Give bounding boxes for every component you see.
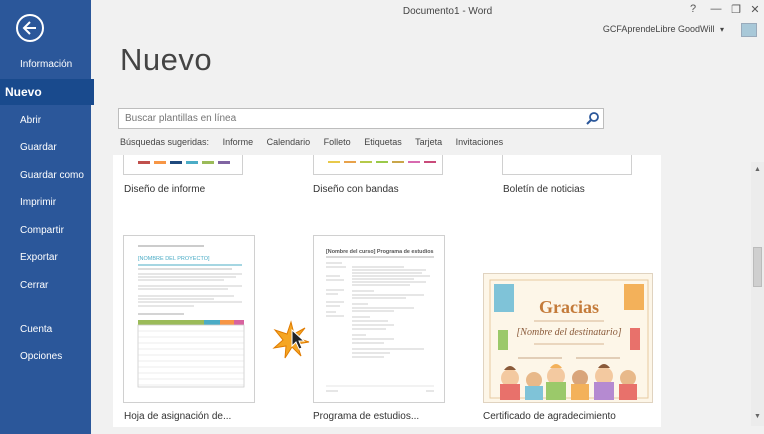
template-caption[interactable]: Hoja de asignación de...	[124, 411, 231, 422]
suggested-calendario[interactable]: Calendario	[267, 137, 311, 147]
nav-cuenta[interactable]: Cuenta	[0, 317, 91, 343]
certificate-title: Gracias	[539, 297, 599, 317]
nav-compartir[interactable]: Compartir	[0, 218, 91, 244]
close-button[interactable]: ✕	[748, 3, 762, 16]
scroll-up-icon[interactable]: ▲	[753, 165, 762, 174]
restore-button[interactable]: ❐	[729, 3, 743, 16]
search-icon	[586, 112, 599, 125]
syllabus-thumbnail: [Nombre del curso] Programa de estudios	[326, 249, 434, 392]
template-thumb-certificate[interactable]: Gracias [Nombre del destinatario]	[483, 273, 653, 403]
template-thumb-project[interactable]: [NOMBRE DEL PROYECTO]	[123, 235, 255, 403]
minimize-button[interactable]: —	[709, 3, 723, 15]
project-thumbnail: [NOMBRE DEL PROYECTO]	[137, 245, 245, 388]
template-thumb-syllabus[interactable]: [Nombre del curso] Programa de estudios	[313, 235, 445, 403]
account-menu[interactable]: GCFAprendeLibre GoodWill ▾	[603, 24, 724, 34]
account-name: GCFAprendeLibre GoodWill	[602, 24, 715, 34]
page-title: Nuevo	[120, 42, 213, 77]
nav-cerrar[interactable]: Cerrar	[0, 273, 91, 299]
arrow-left-icon	[22, 21, 36, 35]
nav-exportar[interactable]: Exportar	[0, 245, 91, 271]
template-search	[118, 108, 604, 129]
mouse-pointer-icon	[291, 329, 306, 350]
suggested-informe[interactable]: Informe	[223, 137, 254, 147]
template-caption[interactable]: Diseño de informe	[124, 184, 205, 195]
template-caption[interactable]: Diseño con bandas	[313, 184, 399, 195]
suggested-searches: Búsquedas sugeridas: Informe Calendario …	[120, 137, 514, 147]
window-title: Documento1 - Word	[402, 6, 493, 17]
nav-imprimir[interactable]: Imprimir	[0, 190, 91, 216]
nav-guardar[interactable]: Guardar	[0, 135, 91, 161]
template-caption[interactable]: Programa de estudios...	[313, 411, 419, 422]
suggested-label: Búsquedas sugeridas:	[120, 137, 210, 147]
certificate-thumbnail: Gracias [Nombre del destinatario]	[484, 274, 652, 402]
suggested-invitaciones[interactable]: Invitaciones	[456, 137, 504, 147]
back-button[interactable]	[16, 14, 44, 42]
nav-guardar-como[interactable]: Guardar como	[0, 163, 91, 189]
suggested-tarjeta[interactable]: Tarjeta	[415, 137, 442, 147]
syllabus-heading: [Nombre del curso] Programa de estudios	[326, 249, 434, 255]
search-input[interactable]	[119, 109, 581, 128]
project-heading: [NOMBRE DEL PROYECTO]	[138, 256, 210, 262]
search-button[interactable]	[585, 111, 601, 126]
avatar[interactable]	[741, 23, 757, 37]
suggested-folleto[interactable]: Folleto	[324, 137, 351, 147]
gallery-scrollbar[interactable]: ▲ ▼	[751, 162, 764, 426]
template-thumb-report[interactable]	[123, 155, 243, 175]
nav-opciones[interactable]: Opciones	[0, 344, 91, 370]
nav-nuevo[interactable]: Nuevo	[0, 79, 94, 105]
template-gallery: Diseño de informe Diseño con bandas Bole…	[113, 155, 661, 427]
template-caption[interactable]: Boletín de noticias	[503, 184, 585, 195]
title-bar: Documento1 - Word	[91, 0, 764, 22]
certificate-recipient: [Nombre del destinatario]	[516, 327, 621, 338]
backstage-sidebar: Información Nuevo Abrir Guardar Guardar …	[0, 0, 94, 434]
template-thumb-banded[interactable]	[313, 155, 443, 175]
scroll-down-icon[interactable]: ▼	[753, 412, 762, 421]
report-thumbnail	[138, 161, 230, 164]
template-thumb-newsletter[interactable]	[502, 155, 632, 175]
help-button[interactable]: ?	[686, 3, 700, 15]
banded-thumbnail	[328, 161, 436, 163]
template-caption[interactable]: Certificado de agradecimiento	[483, 411, 616, 422]
chevron-down-icon: ▾	[719, 25, 724, 34]
scrollbar-thumb[interactable]	[753, 247, 762, 287]
nav-abrir[interactable]: Abrir	[0, 108, 91, 134]
nav-informacion[interactable]: Información	[0, 52, 91, 78]
suggested-etiquetas[interactable]: Etiquetas	[364, 137, 402, 147]
